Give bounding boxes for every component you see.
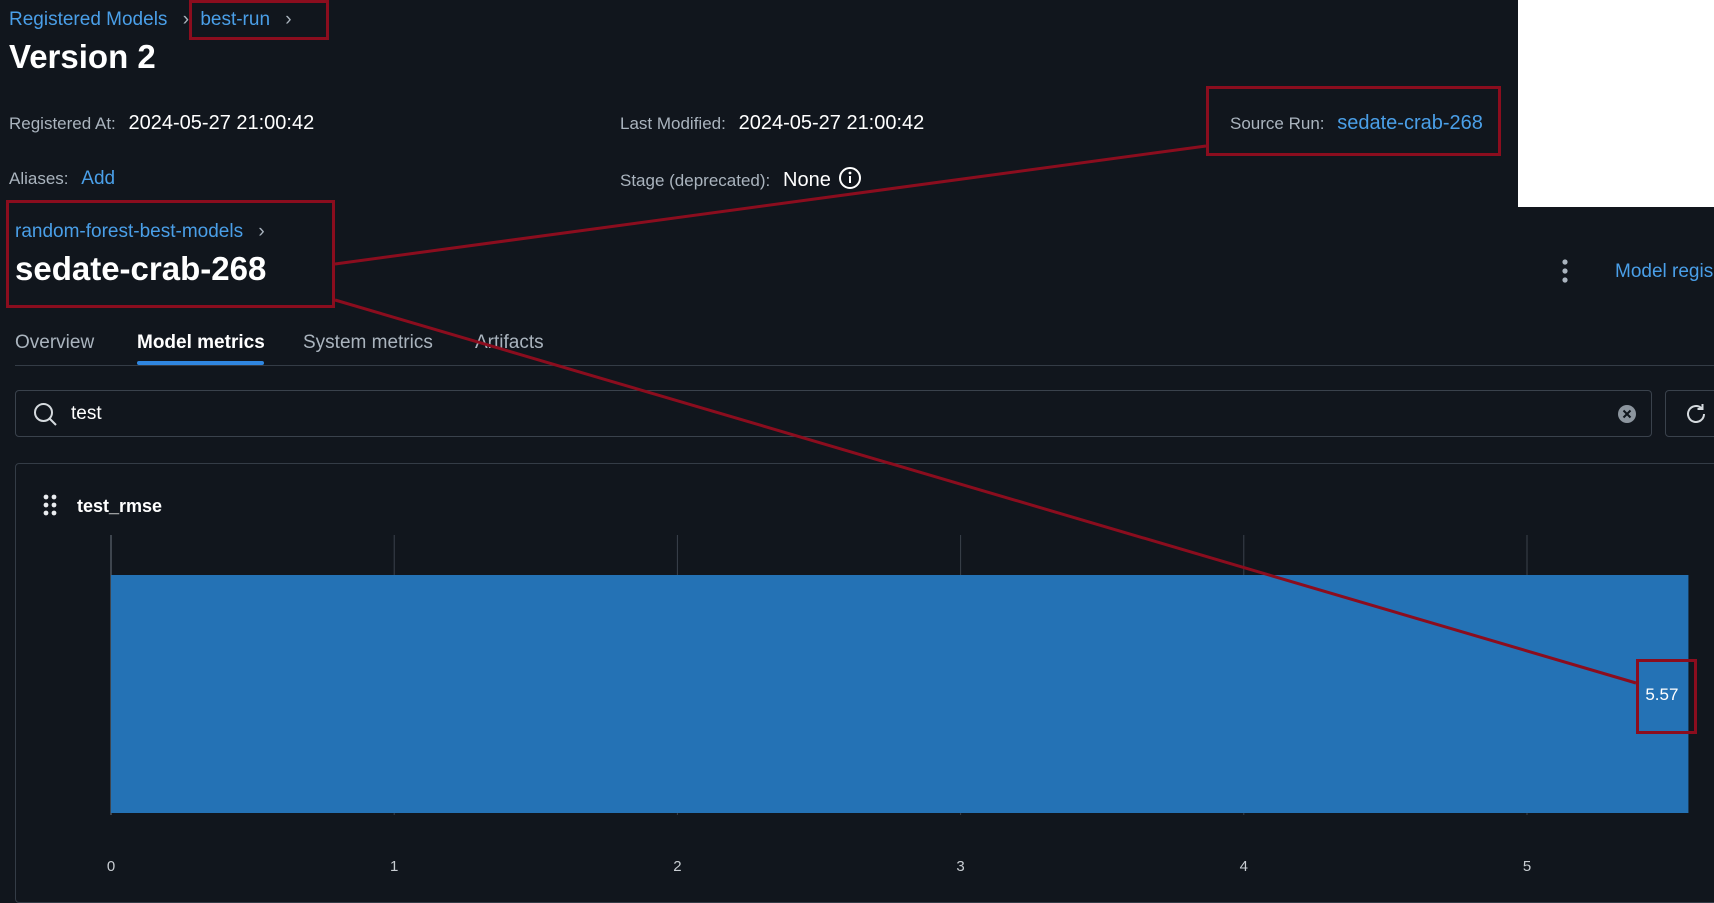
highlight-box-source-run bbox=[1206, 86, 1501, 156]
x-tick-label: 3 bbox=[956, 858, 964, 875]
highlight-box-run-title bbox=[6, 200, 335, 308]
highlight-box-bar-value bbox=[1636, 659, 1697, 734]
x-tick-label: 1 bbox=[390, 858, 398, 875]
x-tick-label: 4 bbox=[1240, 858, 1248, 875]
highlight-box-model-breadcrumb bbox=[189, 0, 329, 40]
x-tick-label: 2 bbox=[673, 858, 681, 875]
bar[interactable] bbox=[111, 575, 1689, 813]
x-tick-label: 0 bbox=[107, 858, 115, 875]
x-tick-label: 5 bbox=[1523, 858, 1531, 875]
